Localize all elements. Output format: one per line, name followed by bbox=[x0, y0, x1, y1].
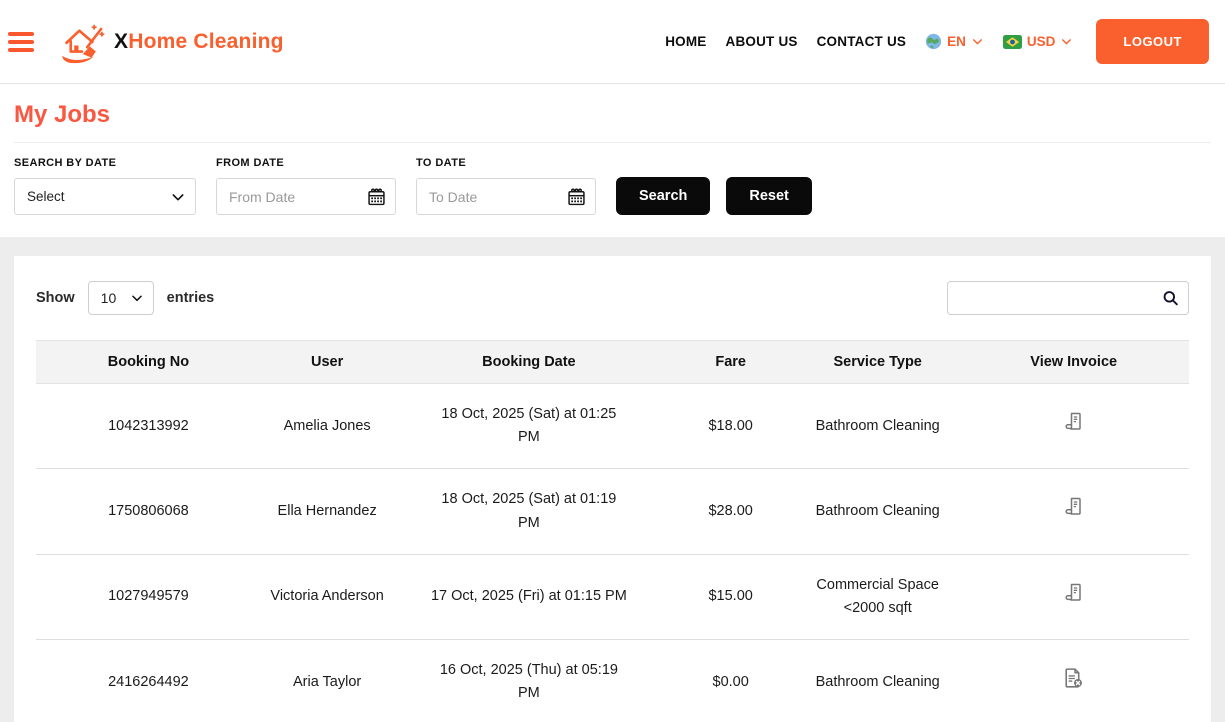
booking-date-cell: 16 Oct, 2025 (Thu) at 05:19 PM bbox=[393, 639, 665, 722]
booking-date-cell: 18 Oct, 2025 (Sat) at 01:25 PM bbox=[393, 383, 665, 470]
table-row: 2416264492 Aria Taylor 16 Oct, 2025 (Thu… bbox=[36, 639, 1189, 722]
jobs-table: Booking No User Booking Date Fare Servic… bbox=[36, 340, 1189, 722]
view-invoice-cell bbox=[958, 554, 1189, 641]
to-date-label: TO DATE bbox=[416, 157, 467, 169]
currency-dropdown[interactable]: USD bbox=[1002, 34, 1074, 49]
receipt-invoice-icon[interactable] bbox=[1062, 410, 1086, 434]
user-cell: Ella Hernandez bbox=[260, 468, 394, 555]
currency-code: USD bbox=[1026, 34, 1056, 49]
to-date-group: TO DATE bbox=[416, 157, 596, 215]
brand-name: XHome Cleaning bbox=[114, 29, 284, 53]
show-label: Show bbox=[36, 290, 75, 306]
nav-item-contact-us[interactable]: CONTACT US bbox=[817, 34, 907, 49]
from-date-input[interactable] bbox=[216, 178, 396, 215]
receipt-invoice-icon[interactable] bbox=[1062, 495, 1086, 519]
table-row: 1042313992 Amelia Jones 18 Oct, 2025 (Sa… bbox=[36, 383, 1189, 470]
table-toolbar: Show 10 entries bbox=[36, 281, 1189, 315]
fare-cell: $15.00 bbox=[664, 554, 797, 641]
top-navigation: XHome Cleaning HOME ABOUT US CONTACT US … bbox=[0, 0, 1225, 84]
search-by-date-group: SEARCH BY DATE Select bbox=[14, 157, 196, 215]
table-header-row: Booking No User Booking Date Fare Servic… bbox=[36, 340, 1189, 384]
filter-bar: SEARCH BY DATE Select FROM DATE From Dat… bbox=[14, 157, 1211, 215]
globe-icon bbox=[925, 33, 942, 50]
column-header-booking-date[interactable]: Booking Date bbox=[393, 340, 665, 384]
language-code: EN bbox=[947, 34, 966, 49]
search-by-date-label: SEARCH BY DATE bbox=[14, 157, 117, 169]
brand-logo[interactable]: XHome Cleaning bbox=[56, 20, 284, 64]
flag-icon bbox=[1002, 34, 1022, 49]
service-type-cell: Bathroom Cleaning bbox=[796, 468, 959, 555]
chevron-down-icon bbox=[1060, 35, 1073, 48]
user-cell: Aria Taylor bbox=[260, 639, 394, 722]
booking-no-cell: 2416264492 bbox=[36, 639, 261, 722]
home-cleaning-logo-icon bbox=[56, 20, 108, 64]
nav-links: HOME ABOUT US CONTACT US EN USD LOGOUT bbox=[665, 19, 1209, 64]
divider bbox=[14, 142, 1211, 143]
to-date-input[interactable] bbox=[416, 178, 596, 215]
chevron-down-icon bbox=[971, 35, 984, 48]
fare-cell: $18.00 bbox=[664, 383, 797, 470]
view-invoice-cell bbox=[958, 639, 1189, 722]
booking-no-cell: 1042313992 bbox=[36, 383, 261, 470]
menu-hamburger-icon[interactable] bbox=[8, 31, 34, 52]
table-row: 1750806068 Ella Hernandez 18 Oct, 2025 (… bbox=[36, 468, 1189, 555]
user-cell: Victoria Anderson bbox=[260, 554, 394, 641]
logout-button[interactable]: LOGOUT bbox=[1096, 19, 1209, 64]
jobs-table-card: Show 10 entries Booking No User Booking … bbox=[14, 256, 1211, 722]
column-header-view-invoice[interactable]: View Invoice bbox=[958, 340, 1189, 384]
nav-item-home[interactable]: HOME bbox=[665, 34, 706, 49]
fare-cell: $28.00 bbox=[664, 468, 797, 555]
entries-label: entries bbox=[166, 290, 215, 306]
booking-date-cell: 17 Oct, 2025 (Fri) at 01:15 PM bbox=[393, 554, 665, 641]
search-by-date-select[interactable]: Select bbox=[14, 178, 196, 215]
page-title: My Jobs bbox=[14, 101, 111, 128]
page-size-select[interactable]: 10 bbox=[87, 281, 154, 315]
language-dropdown[interactable]: EN bbox=[925, 33, 984, 50]
user-cell: Amelia Jones bbox=[260, 383, 394, 470]
table-search-input[interactable] bbox=[947, 281, 1189, 315]
file-unavailable-icon[interactable] bbox=[1061, 666, 1086, 691]
nav-item-about-us[interactable]: ABOUT US bbox=[726, 34, 798, 49]
service-type-cell: Bathroom Cleaning bbox=[796, 383, 959, 470]
booking-date-cell: 18 Oct, 2025 (Sat) at 01:19 PM bbox=[393, 468, 665, 555]
booking-no-cell: 1750806068 bbox=[36, 468, 261, 555]
column-header-booking-no[interactable]: Booking No bbox=[36, 340, 261, 384]
search-icon[interactable] bbox=[1161, 289, 1180, 308]
fare-cell: $0.00 bbox=[664, 639, 797, 722]
table-row: 1027949579 Victoria Anderson 17 Oct, 202… bbox=[36, 554, 1189, 641]
column-header-service-type[interactable]: Service Type bbox=[796, 340, 959, 384]
booking-no-cell: 1027949579 bbox=[36, 554, 261, 641]
receipt-invoice-icon[interactable] bbox=[1062, 581, 1086, 605]
search-button[interactable]: Search bbox=[616, 177, 711, 215]
page-head-section: My Jobs SEARCH BY DATE Select FROM DATE bbox=[0, 84, 1225, 237]
view-invoice-cell bbox=[958, 383, 1189, 470]
from-date-group: FROM DATE bbox=[216, 157, 396, 215]
reset-button[interactable]: Reset bbox=[726, 177, 812, 215]
service-type-cell: Bathroom Cleaning bbox=[796, 639, 959, 722]
service-type-cell: Commercial Space <2000 sqft bbox=[796, 554, 959, 641]
view-invoice-cell bbox=[958, 468, 1189, 555]
from-date-label: FROM DATE bbox=[216, 157, 285, 169]
column-header-fare[interactable]: Fare bbox=[664, 340, 797, 384]
column-header-user[interactable]: User bbox=[260, 340, 394, 384]
